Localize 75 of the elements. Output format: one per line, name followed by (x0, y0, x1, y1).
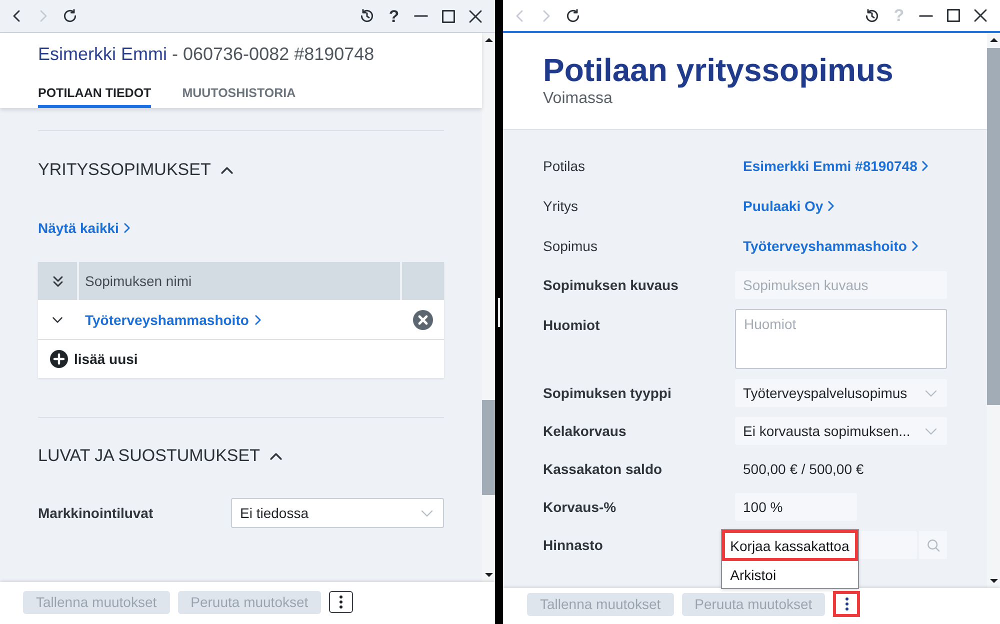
scroll-down-icon (990, 579, 998, 583)
input-field[interactable]: 100 % (735, 493, 857, 521)
page-title: Potilaan yrityssopimus (543, 51, 894, 89)
close-icon (974, 9, 986, 22)
select-field[interactable]: Työterveyspalvelusopimus (735, 379, 947, 407)
tab[interactable]: POTILAAN TIEDOT (38, 79, 152, 108)
contract-link[interactable]: Työterveyshammashoito (85, 312, 261, 328)
reload-icon (566, 8, 580, 22)
scrollbar[interactable] (482, 33, 495, 582)
more-button[interactable] (833, 591, 860, 617)
more-button[interactable] (329, 591, 354, 613)
chevron-left-icon (12, 10, 20, 22)
more-vertical-icon (339, 595, 344, 609)
chevron-down-icon (421, 510, 433, 516)
value-link[interactable]: Esimerkki Emmi #8190748 (743, 151, 928, 181)
add-new-button[interactable]: lisää uusi (50, 350, 138, 368)
patient-name: Esimerkki Emmi (38, 43, 167, 66)
chevron-right-icon (828, 201, 834, 211)
field-label: Huomiot (543, 316, 600, 334)
chevron-right-icon (40, 10, 46, 22)
maximize-icon (442, 10, 454, 22)
chevron-right-icon (254, 314, 261, 324)
field-label: Kelakorvaus (543, 422, 626, 440)
menu-item[interactable]: Korjaa kassakattoa (722, 530, 858, 561)
close-icon (468, 10, 482, 22)
maximize-icon (946, 9, 960, 22)
tab[interactable]: MUUTOSHISTORIA (182, 79, 296, 108)
chevron-right-icon (912, 241, 918, 251)
menu-item[interactable]: Arkistoi (722, 561, 858, 588)
field-label: Yritys (543, 197, 578, 215)
field-label: Hinnasto (543, 536, 603, 554)
chevron-down-icon (925, 390, 937, 396)
scrollbar-thumb[interactable] (987, 48, 1000, 405)
history-icon (360, 9, 374, 23)
minimize-icon (414, 15, 428, 17)
value-link[interactable]: Työterveyshammashoito (743, 231, 918, 261)
help-button[interactable]: ? (382, 4, 406, 28)
reload-icon (63, 9, 77, 23)
column-header: Sopimuksen nimi (77, 262, 402, 300)
field-label: Sopimuksen kuvaus (543, 276, 678, 294)
double-chevron-down-icon (52, 276, 62, 286)
plus-circle-icon (50, 350, 68, 368)
scrollbar-thumb[interactable] (482, 400, 495, 495)
select-field[interactable]: Ei tiedossa (231, 498, 444, 528)
more-vertical-icon (844, 597, 849, 611)
value-text: 500,00 € / 500,00 € (743, 460, 864, 479)
chevron-right-icon (124, 223, 130, 233)
textarea-field[interactable]: Huomiot (735, 309, 947, 369)
field-label: Markkinointiluvat (38, 505, 154, 521)
patient-id: - 060736-0082 #8190748 (172, 43, 374, 66)
remove-circle-icon (413, 310, 433, 330)
value-link[interactable]: Puulaaki Oy (743, 191, 834, 221)
field-label: Kassakaton saldo (543, 460, 662, 478)
select-field[interactable]: Ei korvausta sopimuksen... (735, 417, 947, 445)
scroll-up-icon (484, 38, 492, 42)
chevron-right-icon (542, 10, 550, 22)
search-icon (926, 538, 940, 552)
chevron-left-icon (516, 10, 522, 22)
chevron-right-icon (922, 161, 928, 171)
section-toggle[interactable]: YRITYSSOPIMUKSET (38, 158, 233, 182)
section-toggle[interactable]: LUVAT JA SUOSTUMUKSET (38, 444, 282, 468)
field-label: Potilas (543, 157, 586, 175)
input-field[interactable]: Sopimuksen kuvaus (735, 271, 947, 299)
history-icon (865, 8, 879, 22)
status-text: Voimassa (543, 89, 612, 109)
field-label: Sopimus (543, 237, 598, 255)
splitter-handle[interactable] (498, 298, 500, 326)
minimize-icon (919, 14, 933, 16)
scroll-up-icon (990, 38, 998, 42)
chevron-down-icon (925, 428, 937, 434)
field-label: Korvaus-% (543, 498, 616, 516)
field-label: Sopimuksen tyyppi (543, 384, 672, 402)
scroll-down-icon (484, 573, 492, 577)
show-all-link[interactable]: Näytä kaikki (38, 219, 130, 237)
scrollbar[interactable] (987, 33, 1000, 588)
